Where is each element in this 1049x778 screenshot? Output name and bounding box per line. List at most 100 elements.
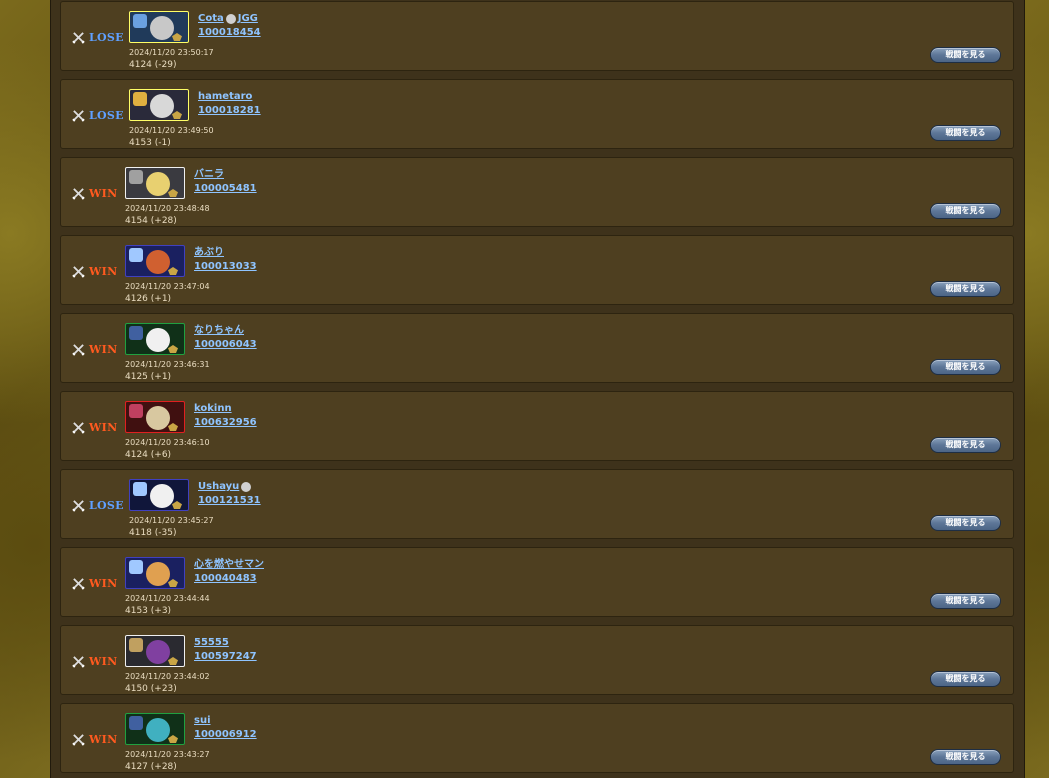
player-name-link[interactable]: あぶり — [194, 246, 224, 260]
avatar-face — [146, 562, 170, 586]
crossed-swords-icon — [72, 265, 85, 278]
rating-change: 4154 (+28) — [125, 216, 177, 226]
crossed-swords-icon — [72, 31, 85, 44]
battle-datetime: 2024/11/20 23:46:31 — [125, 360, 210, 369]
player-id-link[interactable]: 100597247 — [194, 650, 257, 664]
battle-datetime: 2024/11/20 23:44:02 — [125, 672, 210, 681]
player-name-link[interactable]: 心を燃やせマン — [194, 558, 264, 572]
player-avatar[interactable] — [125, 323, 185, 355]
player-avatar[interactable] — [129, 479, 189, 511]
battle-meta: 2024/11/20 23:47:04 4126 (+1) — [125, 281, 210, 305]
view-battle-button[interactable]: 戦闘を見る — [930, 281, 1001, 297]
player-name-link[interactable]: 55555 — [194, 636, 229, 650]
battle-result: WIN — [72, 732, 117, 746]
player-info: kokinn 100632956 — [194, 402, 257, 430]
crossed-swords-icon — [72, 109, 85, 122]
crossed-swords-icon — [72, 499, 85, 512]
leader-character-icon — [129, 716, 143, 730]
view-battle-button[interactable]: 戦闘を見る — [930, 437, 1001, 453]
leader-character-icon — [133, 482, 147, 496]
player-avatar[interactable] — [125, 635, 185, 667]
battle-meta: 2024/11/20 23:48:48 4154 (+28) — [125, 203, 210, 227]
player-id-link[interactable]: 100013033 — [194, 260, 257, 274]
battle-row: WIN バニラ 100005481 2024/11/20 23:48:48 41… — [60, 157, 1014, 227]
result-label: LOSE — [89, 108, 124, 122]
avatar-face — [150, 94, 174, 118]
player-avatar[interactable] — [129, 89, 189, 121]
player-avatar[interactable] — [125, 557, 185, 589]
player-name: 55555 — [194, 637, 229, 648]
view-battle-button[interactable]: 戦闘を見る — [930, 515, 1001, 531]
result-label: WIN — [89, 732, 118, 746]
battle-meta: 2024/11/20 23:44:02 4150 (+23) — [125, 671, 210, 695]
view-battle-button[interactable]: 戦闘を見る — [930, 593, 1001, 609]
leader-character-icon — [129, 404, 143, 418]
battle-meta: 2024/11/20 23:50:17 4124 (-29) — [129, 47, 214, 71]
player-name-link[interactable]: Cota — [198, 12, 224, 26]
battle-result: WIN — [72, 264, 117, 278]
battle-result: LOSE — [72, 498, 124, 512]
battle-datetime: 2024/11/20 23:45:27 — [129, 516, 214, 525]
battle-result: WIN — [72, 186, 117, 200]
background-texture-right — [1023, 0, 1049, 778]
view-battle-button[interactable]: 戦闘を見る — [930, 671, 1001, 687]
result-label: WIN — [89, 342, 118, 356]
player-name-link[interactable]: Ushayu — [198, 480, 239, 494]
crossed-swords-icon — [72, 343, 85, 356]
player-name-link[interactable]: hametaro — [198, 90, 252, 104]
player-avatar[interactable] — [125, 713, 185, 745]
crossed-swords-icon — [72, 187, 85, 200]
result-label: LOSE — [89, 498, 124, 512]
player-info: バニラ 100005481 — [194, 168, 257, 196]
battle-datetime: 2024/11/20 23:46:10 — [125, 438, 210, 447]
battle-meta: 2024/11/20 23:44:44 4153 (+3) — [125, 593, 210, 617]
battle-meta: 2024/11/20 23:45:27 4118 (-35) — [129, 515, 214, 539]
rating-change: 4124 (+6) — [125, 450, 172, 460]
player-avatar[interactable] — [125, 245, 185, 277]
result-label: WIN — [89, 420, 118, 434]
player-id-link[interactable]: 100006912 — [194, 728, 257, 742]
player-id-link[interactable]: 100006043 — [194, 338, 257, 352]
crossed-swords-icon — [72, 421, 85, 434]
player-id-link[interactable]: 100018454 — [198, 26, 261, 40]
avatar-face — [146, 718, 170, 742]
rating-change: 4153 (+3) — [125, 606, 172, 616]
view-battle-button[interactable]: 戦闘を見る — [930, 203, 1001, 219]
view-battle-button[interactable]: 戦闘を見る — [930, 749, 1001, 765]
player-name-suffix[interactable]: JGG — [238, 12, 258, 26]
player-name-link[interactable]: バニラ — [194, 168, 224, 182]
rank-badge-icon — [168, 345, 178, 353]
view-battle-button[interactable]: 戦闘を見る — [930, 47, 1001, 63]
player-info: Cota JGG 100018454 — [198, 12, 261, 40]
leader-character-icon — [133, 14, 147, 28]
leader-character-icon — [129, 326, 143, 340]
player-id-link[interactable]: 100018281 — [198, 104, 261, 118]
player-info: Ushayu 100121531 — [198, 480, 261, 508]
avatar-face — [146, 172, 170, 196]
leader-character-icon — [129, 638, 143, 652]
player-id-link[interactable]: 100040483 — [194, 572, 264, 586]
result-label: WIN — [89, 264, 118, 278]
battle-row: WIN kokinn 100632956 2024/11/20 23:46:10… — [60, 391, 1014, 461]
rating-change: 4118 (-35) — [129, 528, 177, 538]
player-avatar[interactable] — [125, 401, 185, 433]
view-battle-button[interactable]: 戦闘を見る — [930, 125, 1001, 141]
player-id-link[interactable]: 100005481 — [194, 182, 257, 196]
leader-character-icon — [129, 248, 143, 262]
battle-datetime: 2024/11/20 23:44:44 — [125, 594, 210, 603]
player-name: hametaro — [198, 91, 253, 102]
player-name-link[interactable]: kokinn — [194, 402, 232, 416]
player-id-link[interactable]: 100121531 — [198, 494, 261, 508]
player-name-link[interactable]: なりちゃん — [194, 324, 244, 338]
leader-character-icon — [129, 170, 143, 184]
player-avatar[interactable] — [125, 167, 185, 199]
avatar-face — [146, 250, 170, 274]
crossed-swords-icon — [72, 733, 85, 746]
battle-row: WIN なりちゃん 100006043 2024/11/20 23:46:31 … — [60, 313, 1014, 383]
view-battle-button[interactable]: 戦闘を見る — [930, 359, 1001, 375]
player-name-link[interactable]: sui — [194, 714, 211, 728]
player-avatar[interactable] — [129, 11, 189, 43]
player-id-link[interactable]: 100632956 — [194, 416, 257, 430]
battle-row: WIN あぶり 100013033 2024/11/20 23:47:04 41… — [60, 235, 1014, 305]
battle-row: WIN 55555 100597247 2024/11/20 23:44:02 … — [60, 625, 1014, 695]
